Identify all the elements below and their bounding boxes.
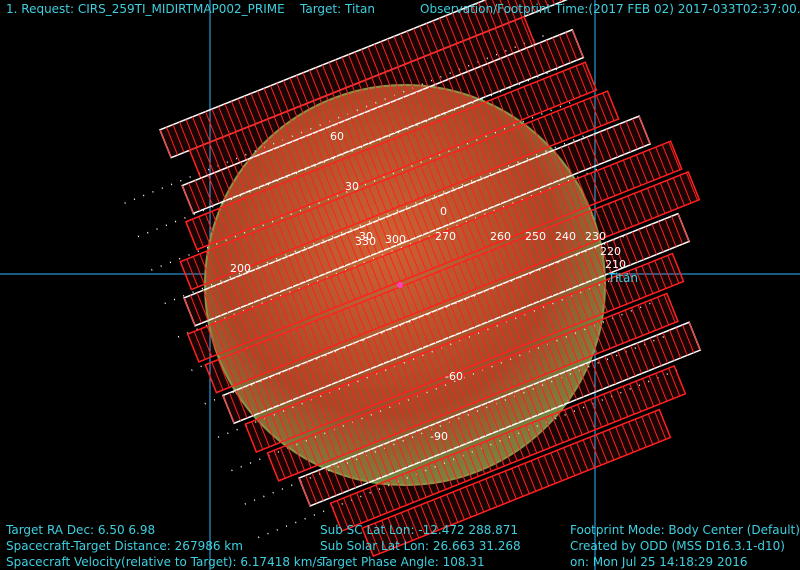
grid-label: 0 <box>440 205 447 218</box>
grid-label: 250 <box>525 230 546 243</box>
grid-label: -90 <box>430 430 448 443</box>
created-date: on: Mon Jul 25 14:18:29 2016 <box>570 555 748 569</box>
grid-label: 240 <box>555 230 576 243</box>
sc-velocity: Spacecraft Velocity(relative to Target):… <box>6 555 323 569</box>
grid-label: 210 <box>605 258 626 271</box>
grid-label: 220 <box>600 245 621 258</box>
sub-spacecraft-marker <box>397 282 403 288</box>
grid-label: 230 <box>585 230 606 243</box>
request-title: 1. Request: CIRS_259TI_MIDIRTMAP002_PRIM… <box>6 2 285 16</box>
grid-label: 60 <box>330 130 344 143</box>
grid-label: 330 <box>355 235 376 248</box>
grid-label: -60 <box>445 370 463 383</box>
sub-sc-lat-lon: Sub SC Lat Lon: -12.472 288.871 <box>320 523 519 537</box>
observation-time: Observation/Footprint Time:(2017 FEB 02)… <box>420 2 800 16</box>
created-by: Created by ODD (MSS D16.3.1-d10) <box>570 539 785 553</box>
sc-target-distance: Spacecraft-Target Distance: 267986 km <box>6 539 243 553</box>
ra-dec: Target RA Dec: 6.50 6.98 <box>6 523 156 537</box>
footprint-viewer: 60 30 0 -30 -60 -90 330 300 270 260 250 240 230 220 21… <box>0 0 800 570</box>
grid-label: 260 <box>490 230 511 243</box>
target-label: Titan <box>607 271 638 285</box>
footprint-mode: Footprint Mode: Body Center (Default) <box>570 523 800 537</box>
phase-angle: Target Phase Angle: 108.31 <box>320 555 485 569</box>
grid-label: 270 <box>435 230 456 243</box>
grid-label: 200 <box>230 262 251 275</box>
sub-solar-lat-lon: Sub Solar Lat Lon: 26.663 31.268 <box>320 539 521 553</box>
target-name: Target: Titan <box>300 2 375 16</box>
grid-label: 30 <box>345 180 359 193</box>
grid-label: 300 <box>385 233 406 246</box>
footprint-plot: 60300-30-60-90330 300 270 260 250 240 23022021… <box>0 0 800 570</box>
